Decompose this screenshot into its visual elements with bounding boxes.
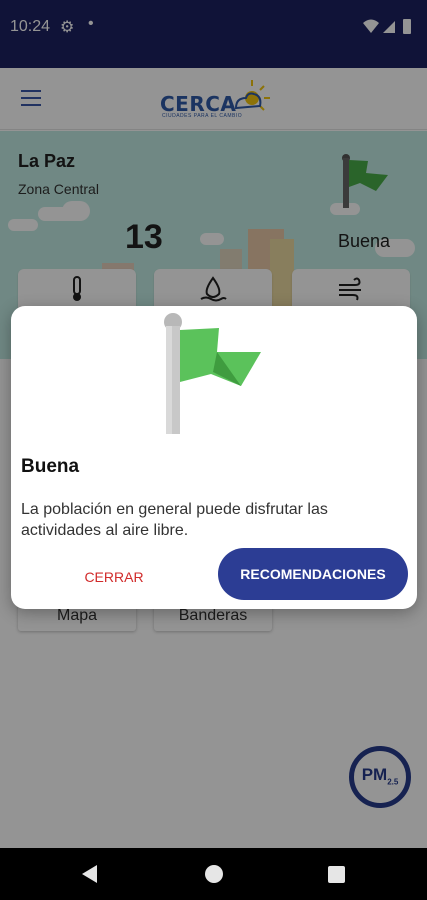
quality-dialog: Buena La población en general puede disf… [11, 306, 417, 609]
recommendations-button[interactable]: RECOMENDACIONES [218, 548, 408, 600]
back-icon[interactable] [82, 865, 97, 883]
home-icon[interactable] [205, 865, 223, 883]
dialog-message: La población en general puede disfrutar … [21, 501, 328, 539]
system-nav-bar [0, 848, 427, 900]
close-button[interactable]: CERRAR [59, 559, 169, 595]
dialog-title: Buena [21, 456, 80, 477]
recents-icon[interactable] [328, 866, 345, 883]
flag-icon [164, 313, 261, 434]
